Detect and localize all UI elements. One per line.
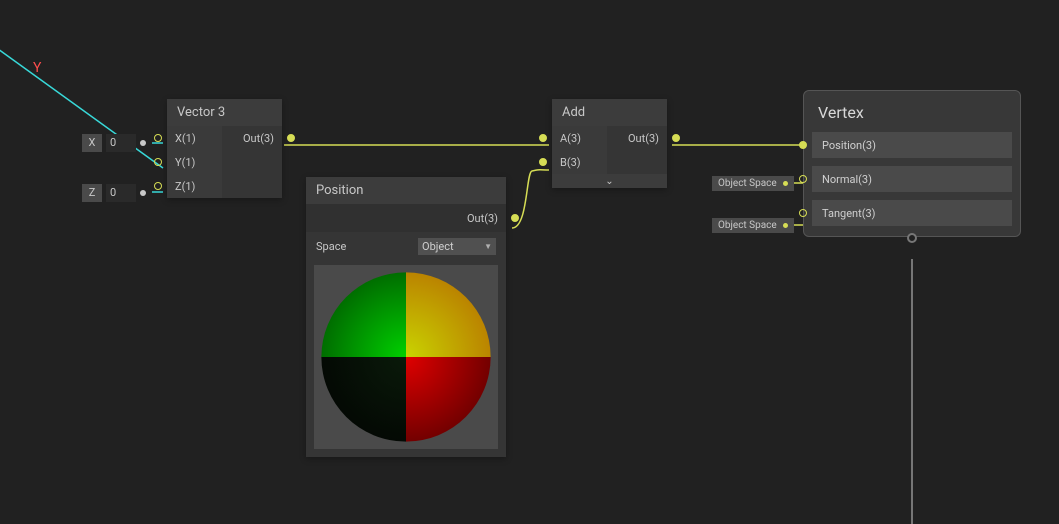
- port-ring-icon[interactable]: [539, 158, 547, 166]
- vector3-node[interactable]: Vector 3 X(1) Y(1) Z(1) Out(3): [167, 99, 282, 198]
- vector3-input-x[interactable]: X(1): [167, 126, 222, 150]
- external-x-field: X 0: [82, 134, 146, 152]
- space-label: Space: [316, 240, 346, 253]
- port-ring-icon[interactable]: [154, 134, 162, 142]
- port-label: A(3): [560, 132, 581, 145]
- slot-label: Position(3): [822, 139, 876, 152]
- vector3-output[interactable]: Out(3): [222, 126, 282, 150]
- add-input-a[interactable]: A(3): [552, 126, 607, 150]
- slot-label: Normal(3): [822, 173, 872, 186]
- port-ring-icon[interactable]: [511, 214, 519, 222]
- y-axis-label: Y: [33, 60, 41, 76]
- port-label: Out(3): [243, 132, 274, 145]
- port-ring-icon[interactable]: [539, 134, 547, 142]
- chevron-down-icon: ▼: [484, 242, 492, 251]
- tag-label: Object Space: [718, 178, 777, 189]
- wire-layer: [0, 0, 1059, 524]
- port-ring-icon[interactable]: [154, 158, 162, 166]
- z-input[interactable]: 0: [106, 184, 136, 202]
- add-node[interactable]: Add A(3) B(3) Out(3) ⌄: [552, 99, 667, 188]
- port-label: Out(3): [628, 132, 659, 145]
- position-node[interactable]: Position Out(3) Space Object ▼: [306, 177, 506, 457]
- z-output-dot[interactable]: [140, 190, 146, 196]
- port-ring-icon[interactable]: [154, 182, 162, 190]
- tag-dot-icon: [783, 181, 788, 186]
- position-title: Position: [306, 177, 506, 204]
- vertex-node[interactable]: Vertex Position(3) Normal(3) Tangent(3): [803, 90, 1021, 237]
- slot-label: Tangent(3): [822, 207, 875, 220]
- dropdown-value: Object: [422, 240, 454, 253]
- port-label: Out(3): [467, 212, 498, 225]
- tangent-space-tag[interactable]: Object Space: [712, 218, 794, 233]
- position-space-row: Space Object ▼: [306, 232, 506, 261]
- port-label: Z(1): [175, 180, 195, 193]
- add-expand-toggle[interactable]: ⌄: [552, 174, 667, 188]
- port-ring-icon[interactable]: [287, 134, 295, 142]
- port-ring-icon[interactable]: [799, 209, 807, 217]
- external-z-field: Z 0: [82, 184, 146, 202]
- tag-dot-icon: [783, 223, 788, 228]
- vertex-output-notch[interactable]: [907, 233, 917, 243]
- vertex-title: Vertex: [812, 99, 1012, 132]
- port-ring-icon[interactable]: [672, 134, 680, 142]
- space-dropdown[interactable]: Object ▼: [418, 238, 496, 255]
- vector3-title: Vector 3: [167, 99, 282, 126]
- normal-space-tag[interactable]: Object Space: [712, 176, 794, 191]
- x-output-dot[interactable]: [140, 140, 146, 146]
- tag-label: Object Space: [718, 220, 777, 231]
- port-label: B(3): [560, 156, 581, 169]
- vertex-position-slot[interactable]: Position(3): [812, 132, 1012, 158]
- port-label: Y(1): [175, 156, 195, 169]
- port-ring-icon[interactable]: [799, 141, 807, 149]
- x-input[interactable]: 0: [106, 134, 136, 152]
- vector3-input-y[interactable]: Y(1): [167, 150, 222, 174]
- vertex-tangent-slot[interactable]: Tangent(3): [812, 200, 1012, 226]
- z-label: Z: [82, 184, 102, 202]
- position-output[interactable]: Out(3): [306, 204, 506, 232]
- position-preview: [314, 265, 498, 449]
- vertex-normal-slot[interactable]: Normal(3): [812, 166, 1012, 192]
- x-label: X: [82, 134, 102, 152]
- chevron-down-icon: ⌄: [605, 176, 613, 187]
- add-input-b[interactable]: B(3): [552, 150, 607, 174]
- port-label: X(1): [175, 132, 196, 145]
- port-ring-icon[interactable]: [799, 175, 807, 183]
- vector3-input-z[interactable]: Z(1): [167, 174, 222, 198]
- add-output[interactable]: Out(3): [607, 126, 667, 150]
- add-title: Add: [552, 99, 667, 126]
